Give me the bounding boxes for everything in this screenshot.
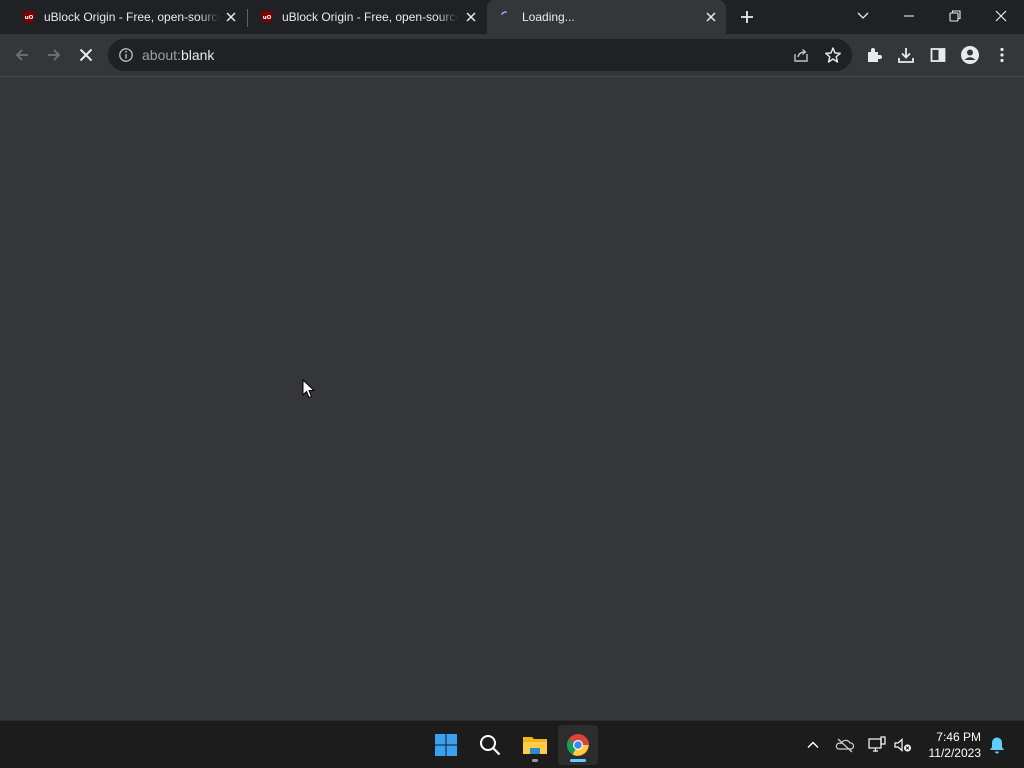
tab-title: uBlock Origin - Free, open-source ad con… [282, 10, 458, 24]
restore-icon[interactable] [945, 6, 965, 26]
ublock-origin-icon: uO [261, 10, 273, 24]
new-tab-icon[interactable] [738, 8, 756, 26]
star-icon[interactable] [824, 46, 842, 64]
menu-icon[interactable] [992, 45, 1012, 65]
url-path: blank [180, 47, 215, 63]
page-content[interactable] [0, 77, 1024, 720]
active-indicator [570, 759, 586, 762]
onedrive-offline-icon[interactable] [835, 735, 855, 755]
svg-text:uO: uO [25, 15, 34, 21]
stop-icon[interactable] [76, 45, 96, 65]
browser-toolbar: about:blank [0, 34, 1024, 77]
address-text[interactable]: about:blank [142, 47, 214, 63]
search-icon [480, 735, 501, 756]
chrome-icon [567, 734, 589, 756]
tab-title: uBlock Origin - Free, open-source ad con… [44, 10, 220, 24]
side-panel-icon[interactable] [928, 45, 948, 65]
tab-strip: uO uBlock Origin - Free, open-source ad … [0, 0, 1024, 34]
tab-loading-active[interactable]: Loading... [487, 0, 726, 34]
file-explorer-button[interactable] [514, 725, 554, 765]
system-clock[interactable]: 7:46 PM 11/2/2023 [929, 729, 982, 761]
url-scheme: about: [142, 47, 181, 63]
start-button[interactable] [426, 725, 466, 765]
close-tab-icon[interactable] [464, 10, 478, 24]
notification-bell-icon[interactable] [987, 735, 1007, 755]
tab-ublock-2[interactable]: uO uBlock Origin - Free, open-source ad … [248, 0, 486, 34]
taskbar: 7:46 PM 11/2/2023 [0, 720, 1024, 768]
close-window-icon[interactable] [991, 6, 1011, 26]
minimize-icon[interactable] [899, 6, 919, 26]
tab-search-chevron-icon[interactable] [853, 6, 873, 26]
clock-date: 11/2/2023 [928, 746, 982, 760]
download-icon[interactable] [896, 45, 916, 65]
close-tab-icon[interactable] [704, 10, 718, 24]
tab-title: Loading... [522, 10, 575, 24]
running-indicator [532, 759, 538, 762]
forward-icon[interactable] [44, 45, 64, 65]
file-explorer-icon [523, 737, 547, 754]
network-icon[interactable] [867, 735, 887, 755]
chevron-up-icon[interactable] [803, 735, 823, 755]
chrome-taskbar-button[interactable] [558, 725, 598, 765]
address-bar[interactable]: about:blank [108, 39, 852, 71]
extensions-icon[interactable] [864, 45, 884, 65]
share-icon[interactable] [792, 46, 810, 64]
loading-spinner-icon [501, 11, 507, 15]
svg-text:uO: uO [263, 15, 272, 21]
search-button[interactable] [470, 725, 510, 765]
ublock-origin-icon: uO [23, 10, 35, 24]
back-icon[interactable] [12, 45, 32, 65]
close-tab-icon[interactable] [224, 10, 238, 24]
mouse-cursor-icon [302, 379, 316, 399]
profile-icon[interactable] [960, 45, 980, 65]
clock-time: 7:46 PM [936, 730, 981, 744]
tab-ublock-1[interactable]: uO uBlock Origin - Free, open-source ad … [0, 0, 246, 34]
volume-muted-icon[interactable] [893, 735, 913, 755]
start-icon [435, 734, 457, 756]
info-icon[interactable] [118, 47, 134, 63]
